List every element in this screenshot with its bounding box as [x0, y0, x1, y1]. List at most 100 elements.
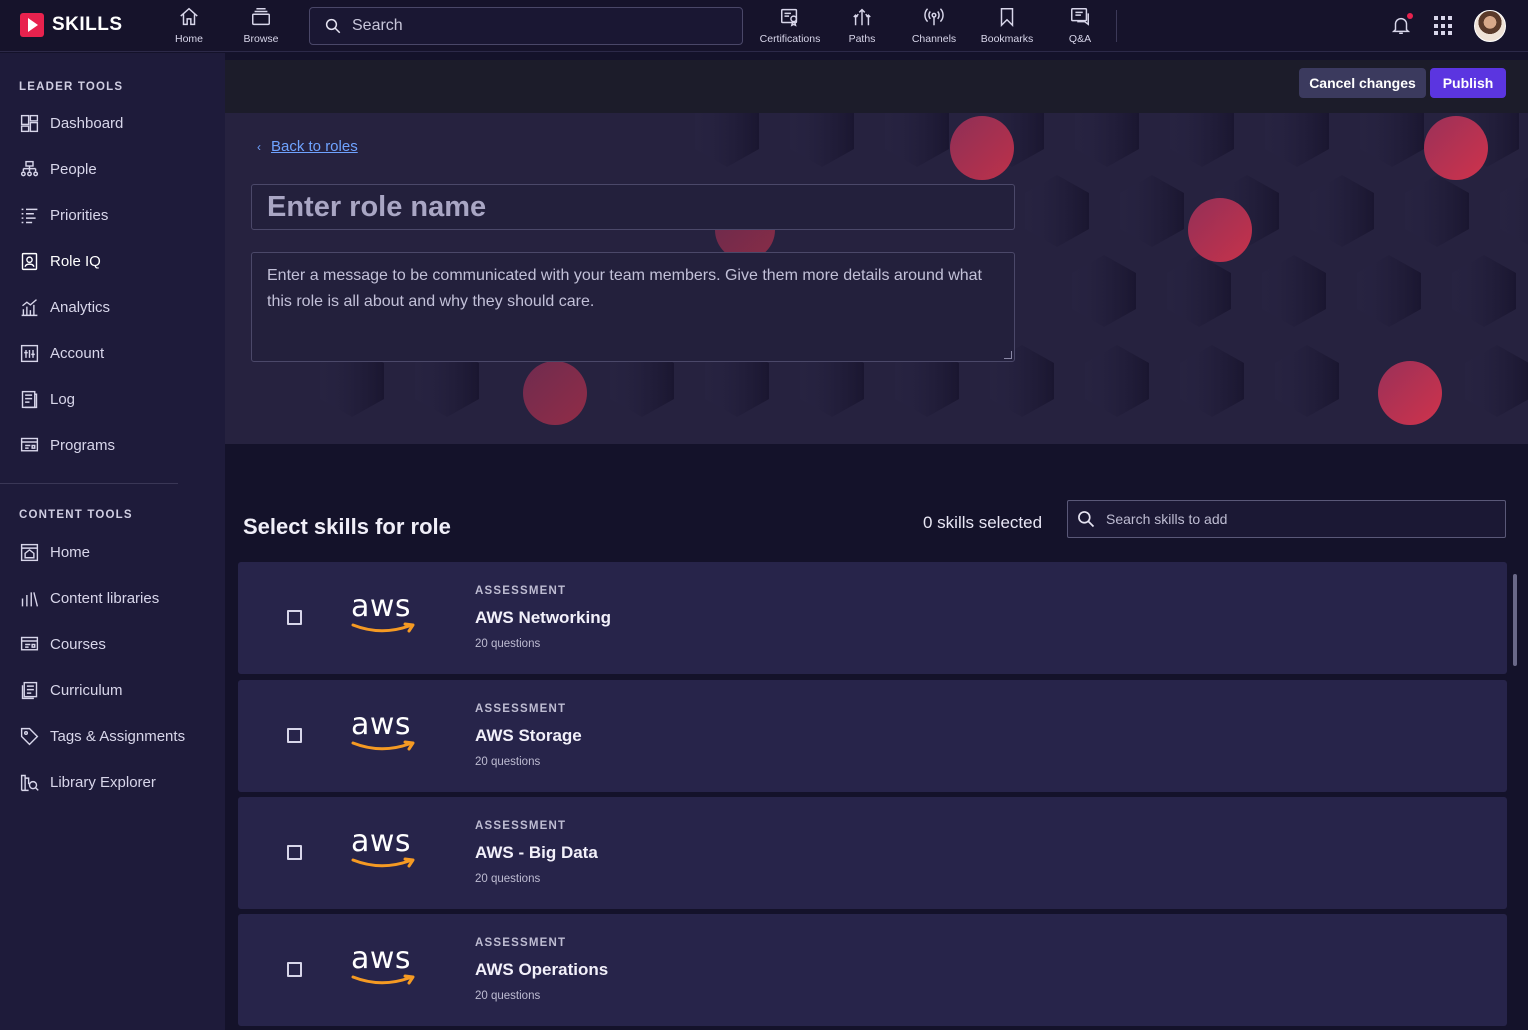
skill-checkbox[interactable]	[287, 962, 302, 977]
sidebar-label: Role IQ	[50, 253, 101, 270]
sidebar-label: Content libraries	[50, 590, 160, 607]
nav-bookmarks-label: Bookmarks	[980, 33, 1034, 45]
role-message-textarea[interactable]: Enter a message to be communicated with …	[251, 252, 1015, 362]
nav-bookmarks[interactable]: Bookmarks	[967, 6, 1047, 45]
nav-paths[interactable]: Paths	[822, 6, 902, 45]
skill-card[interactable]: aws ASSESSMENT AWS Storage 20 questions	[238, 680, 1507, 792]
aws-logo-text: aws	[351, 941, 412, 976]
global-search-input[interactable]: Search	[309, 7, 743, 45]
skill-type-label: ASSESSMENT	[475, 703, 567, 715]
priorities-icon	[21, 208, 38, 224]
skill-checkbox[interactable]	[287, 610, 302, 625]
log-icon	[21, 390, 38, 409]
certifications-icon	[781, 8, 798, 27]
user-avatar[interactable]	[1474, 10, 1506, 42]
nav-divider	[1116, 10, 1117, 42]
aws-logo-icon: aws	[351, 592, 417, 641]
nav-home[interactable]: Home	[149, 6, 229, 45]
top-navigation: SKILLS Home Browse Search Certifications…	[0, 0, 1528, 52]
nav-qa-label: Q&A	[1068, 33, 1092, 45]
sidebar-label: Home	[50, 544, 91, 561]
sidebar-item-content-libraries[interactable]: Content libraries	[19, 588, 159, 609]
skill-question-count: 20 questions	[475, 990, 541, 1002]
chevron-left-icon: ‹	[257, 139, 261, 154]
notifications-button[interactable]	[1390, 13, 1413, 41]
skill-card[interactable]: aws ASSESSMENT AWS Networking 20 questions	[238, 562, 1507, 674]
sidebar-item-priorities[interactable]: Priorities	[19, 205, 108, 226]
aws-logo-icon: aws	[351, 827, 417, 876]
content-home-icon	[20, 543, 39, 562]
role-name-input[interactable]: Enter role name	[251, 184, 1015, 230]
skill-search-input[interactable]: Search skills to add	[1067, 500, 1506, 538]
skill-type-label: ASSESSMENT	[475, 585, 567, 597]
leader-tools-heading: LEADER TOOLS	[19, 81, 124, 93]
nav-qa[interactable]: Q&A	[1040, 6, 1120, 45]
aws-logo-icon: aws	[351, 944, 417, 993]
sidebar-item-account[interactable]: Account	[19, 343, 104, 364]
sidebar-item-people[interactable]: People	[19, 159, 97, 180]
nav-browse-label: Browse	[243, 33, 279, 45]
aws-smile-icon	[351, 622, 415, 633]
skill-search-placeholder: Search skills to add	[1106, 511, 1228, 527]
nav-channels-label: Channels	[911, 33, 957, 45]
qa-icon	[1071, 8, 1089, 26]
skill-question-count: 20 questions	[475, 756, 541, 768]
apps-grid-icon[interactable]	[1434, 16, 1454, 36]
sidebar-item-library-explorer[interactable]: Library Explorer	[19, 772, 156, 793]
scrollbar[interactable]	[1513, 574, 1517, 666]
resize-handle-icon[interactable]	[1004, 351, 1012, 359]
sidebar-item-courses[interactable]: Courses	[19, 634, 106, 655]
tag-icon	[20, 727, 39, 746]
sidebar-item-log[interactable]: Log	[19, 389, 75, 410]
sidebar-item-content-home[interactable]: Home	[19, 542, 90, 563]
library-explorer-icon	[20, 774, 39, 792]
skill-card[interactable]: aws ASSESSMENT AWS - Big Data 20 questions	[238, 797, 1507, 909]
aws-smile-icon	[351, 974, 415, 985]
sidebar-label: Programs	[50, 437, 116, 454]
sidebar-label: Library Explorer	[50, 774, 156, 791]
browse-icon	[252, 8, 270, 26]
nav-channels[interactable]: Channels	[894, 6, 974, 45]
back-to-roles-link[interactable]: ‹ Back to roles	[257, 138, 358, 155]
skill-type-label: ASSESSMENT	[475, 820, 567, 832]
channels-icon	[924, 8, 944, 26]
skill-checkbox[interactable]	[287, 845, 302, 860]
analytics-icon	[21, 299, 38, 317]
nav-browse[interactable]: Browse	[221, 6, 301, 45]
skill-name: AWS Operations	[475, 960, 609, 979]
dashboard-icon	[20, 114, 39, 133]
curriculum-icon	[21, 681, 38, 700]
search-placeholder: Search	[352, 17, 403, 34]
content-tools-heading: CONTENT TOOLS	[19, 509, 133, 521]
cancel-changes-button[interactable]: Cancel changes	[1299, 68, 1426, 98]
sidebar-item-role-iq[interactable]: Role IQ	[19, 251, 101, 272]
sidebar-label: Curriculum	[50, 682, 123, 699]
skill-checkbox[interactable]	[287, 728, 302, 743]
aws-logo-text: aws	[351, 707, 412, 742]
skills-logo[interactable]: SKILLS	[20, 13, 123, 37]
libraries-icon	[21, 592, 39, 607]
home-icon	[180, 7, 198, 26]
aws-smile-icon	[351, 857, 415, 868]
sidebar-label: Log	[50, 391, 76, 408]
aws-smile-icon	[351, 740, 415, 751]
skill-card[interactable]: aws ASSESSMENT AWS Operations 20 questions	[238, 914, 1507, 1026]
skills-section-title: Select skills for role	[243, 514, 451, 539]
programs-icon	[20, 437, 39, 452]
nav-certifications[interactable]: Certifications	[750, 6, 830, 45]
sidebar-item-analytics[interactable]: Analytics	[19, 297, 110, 318]
sidebar-label: Tags & Assignments	[50, 728, 186, 745]
sidebar-item-curriculum[interactable]: Curriculum	[19, 680, 123, 701]
sidebar-item-programs[interactable]: Programs	[19, 435, 115, 456]
sidebar-item-tags-assignments[interactable]: Tags & Assignments	[19, 726, 185, 747]
sidebar-label: People	[50, 161, 97, 178]
skills-selected-count: 0 skills selected	[923, 513, 1043, 532]
skill-name: AWS Networking	[475, 608, 612, 627]
courses-icon	[20, 636, 39, 651]
skill-name: AWS Storage	[475, 726, 582, 745]
sidebar-label: Analytics	[50, 299, 111, 316]
sidebar-item-dashboard[interactable]: Dashboard	[19, 113, 123, 134]
play-logo-icon	[20, 13, 44, 37]
publish-button[interactable]: Publish	[1430, 68, 1506, 98]
aws-logo-text: aws	[351, 589, 412, 624]
